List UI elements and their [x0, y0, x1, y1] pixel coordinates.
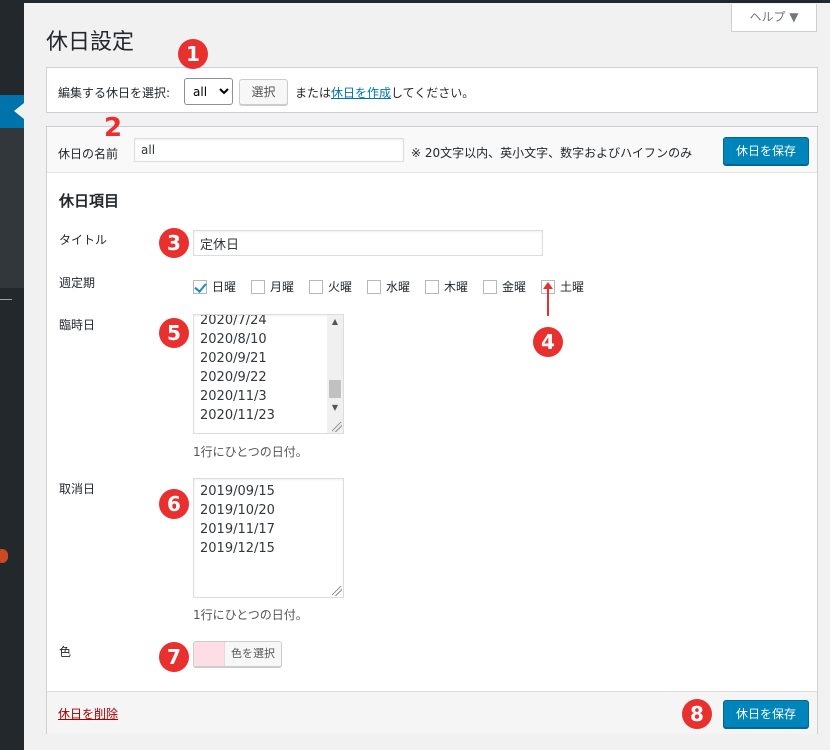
checkbox-label: 日曜: [212, 280, 237, 294]
delete-holiday-link[interactable]: 休日を削除: [58, 705, 118, 722]
temp-date-line: 2020/8/10: [200, 332, 267, 347]
weekday-checkboxes: 日曜 月曜 火曜 水曜 木曜 金曜 土曜: [193, 278, 599, 295]
cancel-date-line: 2019/12/15: [200, 541, 275, 556]
sidebar-submenu: [0, 128, 24, 288]
temp-holiday-label: 臨時日: [59, 318, 96, 332]
checkbox-monday[interactable]: 月曜: [251, 278, 309, 295]
annotation-arrow-head-icon: [543, 282, 553, 289]
checkbox-label: 火曜: [328, 280, 353, 294]
save-holiday-button-top[interactable]: 休日を保存: [723, 137, 809, 165]
annotation-marker-2: 2: [104, 113, 123, 143]
checkbox-checked-icon[interactable]: [193, 279, 207, 294]
checkbox-icon[interactable]: [367, 279, 381, 294]
temp-date-line: 2020/11/23: [200, 408, 275, 423]
color-picker-button[interactable]: 色を選択: [193, 641, 282, 667]
annotation-marker-5: 5: [159, 318, 189, 348]
color-picker-label: 色を選択: [224, 642, 281, 666]
checkbox-label: 木曜: [444, 280, 469, 294]
create-holiday-link[interactable]: 休日を作成: [331, 86, 391, 100]
page-title: 休日設定: [46, 30, 135, 55]
sidebar-separator: [0, 299, 12, 300]
holiday-name-input[interactable]: [134, 138, 404, 162]
holiday-name-hint: ※ 20文字以内、英小文字、数字およびハイフンのみ: [411, 146, 693, 160]
title-label: タイトル: [59, 233, 108, 247]
items-heading: 休日項目: [59, 192, 120, 210]
holiday-select-bar: 編集する休日を選択: all 選択 または休日を作成してください。: [46, 67, 818, 113]
text-suffix: してください。: [391, 86, 475, 100]
annotation-marker-6: 6: [159, 489, 189, 519]
text-or: または: [295, 86, 332, 100]
cancel-date-line: 2019/11/17: [200, 522, 275, 537]
name-row-divider: [47, 172, 817, 173]
save-holiday-button-bottom[interactable]: 休日を保存: [723, 700, 809, 728]
checkbox-friday[interactable]: 金曜: [483, 278, 541, 295]
checkbox-wednesday[interactable]: 水曜: [367, 278, 425, 295]
select-bar-text: または休日を作成してください。: [295, 84, 474, 101]
cancel-day-label: 取消日: [59, 482, 96, 496]
checkbox-tuesday[interactable]: 火曜: [309, 278, 367, 295]
resize-grip-icon[interactable]: [332, 422, 342, 432]
checkbox-sunday[interactable]: 日曜: [193, 278, 251, 295]
temp-date-line: 2020/9/22: [200, 370, 267, 385]
cancel-day-textarea[interactable]: 2019/09/15 2019/10/20 2019/11/17 2019/12…: [193, 478, 344, 598]
resize-grip-icon[interactable]: [332, 586, 342, 596]
admin-bar-edge: [24, 0, 830, 3]
select-button[interactable]: 選択: [239, 79, 288, 105]
temp-holiday-textarea[interactable]: 2020/7/24 2020/8/10 2020/9/21 2020/9/22 …: [193, 314, 344, 434]
checkbox-thursday[interactable]: 木曜: [425, 278, 483, 295]
admin-sidebar: [0, 0, 24, 750]
annotation-marker-4: 4: [533, 327, 563, 357]
temp-holiday-note: 1行にひとつの日付。: [193, 445, 308, 459]
textarea-scrollbar[interactable]: ▲ ▼: [327, 315, 343, 433]
holiday-select[interactable]: all: [184, 78, 233, 105]
checkbox-label: 金曜: [502, 280, 527, 294]
color-swatch: [194, 642, 224, 666]
temp-date-line: 2020/7/24: [200, 314, 267, 328]
sidebar-update-badge: [0, 549, 8, 563]
annotation-marker-3: 3: [159, 228, 189, 258]
checkbox-label: 土曜: [560, 280, 585, 294]
checkbox-label: 月曜: [270, 280, 295, 294]
select-holiday-label: 編集する休日を選択:: [58, 86, 171, 100]
annotation-marker-1: 1: [178, 39, 208, 69]
checkbox-icon[interactable]: [483, 279, 497, 294]
weekly-label: 週定期: [59, 276, 96, 290]
annotation-marker-7: 7: [159, 642, 189, 672]
checkbox-icon[interactable]: [309, 279, 323, 294]
annotation-marker-8: 8: [682, 699, 712, 729]
scroll-down-arrow-icon[interactable]: ▼: [327, 401, 343, 415]
color-label: 色: [59, 645, 72, 659]
checkbox-label: 水曜: [386, 280, 411, 294]
cancel-day-note: 1行にひとつの日付。: [193, 608, 308, 622]
temp-date-line: 2020/9/21: [200, 351, 267, 366]
cancel-date-line: 2019/09/15: [200, 484, 275, 499]
scroll-up-arrow-icon[interactable]: ▲: [327, 315, 343, 329]
checkbox-icon[interactable]: [425, 279, 439, 294]
checkbox-icon[interactable]: [251, 279, 265, 294]
holiday-name-label: 休日の名前: [58, 147, 119, 161]
scroll-thumb[interactable]: [329, 380, 341, 398]
title-input[interactable]: [193, 230, 543, 256]
cancel-date-line: 2019/10/20: [200, 503, 275, 518]
temp-date-line: 2020/11/3: [200, 389, 267, 404]
help-tab-button[interactable]: ヘルプ ▼: [731, 4, 817, 32]
holiday-form: 休日の名前 ※ 20文字以内、英小文字、数字およびハイフンのみ 休日を保存 休日…: [46, 126, 818, 734]
sidebar-active-arrow: [14, 103, 24, 119]
